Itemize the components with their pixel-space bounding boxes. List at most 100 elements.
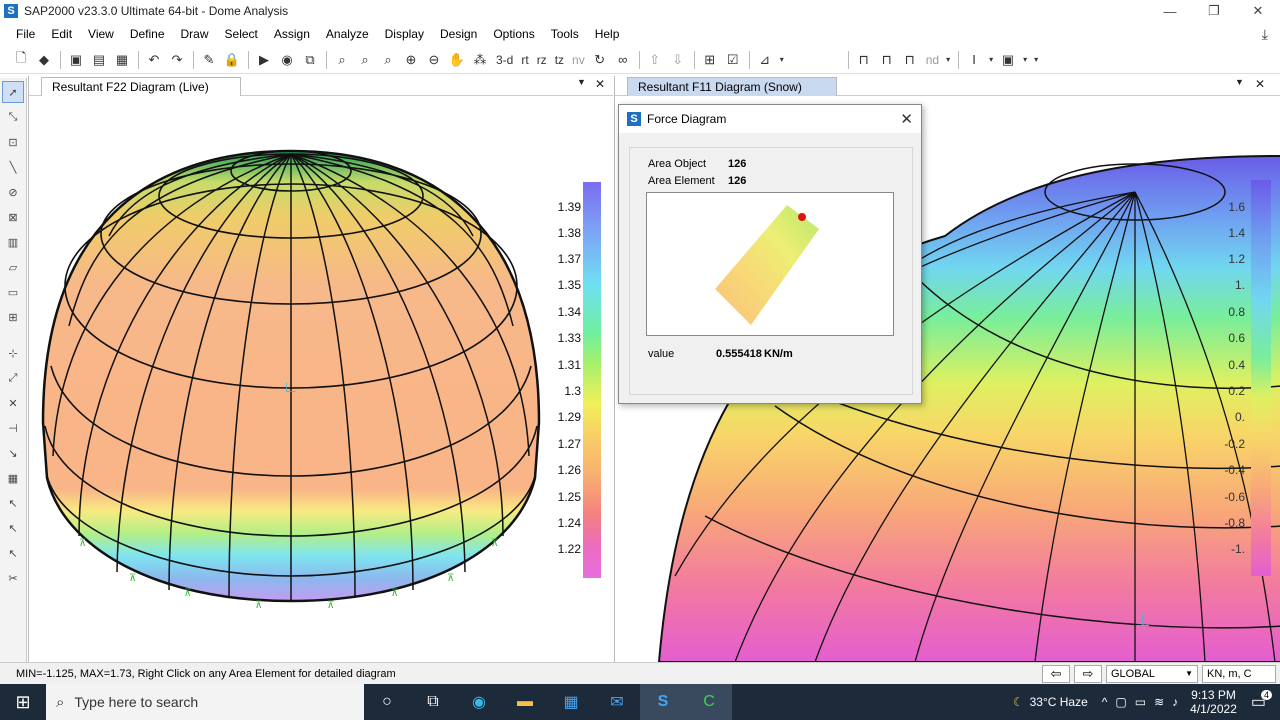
maximize-button[interactable]: ❐ <box>1194 0 1234 22</box>
menu-help[interactable]: Help <box>587 27 628 41</box>
units-select[interactable]: KN, m, C <box>1202 665 1276 683</box>
snap-mid-icon[interactable]: ↘ <box>2 442 24 464</box>
dropdown-arrow-icon[interactable]: ▾ <box>943 49 953 71</box>
previous-arrow-button[interactable]: ⇦ <box>1042 665 1070 683</box>
move-down-icon[interactable]: ⇩ <box>667 49 689 71</box>
draw-brace-icon[interactable]: ⊠ <box>2 206 24 228</box>
draw-rect-area-icon[interactable]: ▭ <box>2 281 24 303</box>
display-options-icon[interactable]: ⧉ <box>299 49 321 71</box>
run-options-icon[interactable]: ◉ <box>276 49 298 71</box>
menu-select[interactable]: Select <box>217 27 266 41</box>
undo-icon[interactable]: ↶ <box>143 49 165 71</box>
section-icon[interactable]: ▣ <box>997 49 1019 71</box>
meet-now-icon[interactable]: ▢ <box>1115 695 1126 709</box>
pane-close-icon[interactable]: ✕ <box>1255 77 1265 91</box>
left-dome-drawing[interactable]: ⊼ ⊼ ⊼ ⊼ ⊼ ⊼ ⊼ ⊼ ∟ <box>29 96 613 662</box>
task-view-icon[interactable]: ⧉ <box>410 684 456 720</box>
menu-analyze[interactable]: Analyze <box>318 27 377 41</box>
pane-close-icon[interactable]: ✕ <box>595 77 605 91</box>
move-up-icon[interactable]: ⇧ <box>644 49 666 71</box>
tools-icon[interactable]: ✂ <box>2 567 24 589</box>
save-icon[interactable]: ▣ <box>65 49 87 71</box>
menu-file[interactable]: File <box>8 27 43 41</box>
pane-dropdown-icon[interactable]: ▼ <box>577 77 586 87</box>
store-icon[interactable]: ▦ <box>548 684 594 720</box>
menu-design[interactable]: Design <box>432 27 485 41</box>
quick-area-icon[interactable]: ⊞ <box>2 306 24 328</box>
select-intersect-icon[interactable]: ✕ <box>2 392 24 414</box>
coord-system-select[interactable]: GLOBAL ▼ <box>1106 665 1198 683</box>
run-icon[interactable]: ▶ <box>253 49 275 71</box>
mail-icon[interactable]: ✉ <box>594 684 640 720</box>
left-view-pane[interactable]: Resultant F22 Diagram (Live) ▼ ✕ ⊼ ⊼ ⊼ ⊼… <box>28 76 613 662</box>
dropdown-arrow-icon[interactable]: ▾ <box>1020 49 1030 71</box>
notification-icon[interactable]: ▭ 4 <box>1251 690 1272 712</box>
zoom-window-icon[interactable]: ⌕ <box>331 49 353 71</box>
download-icon[interactable]: ⤓ <box>1262 26 1268 43</box>
dialog-close-icon[interactable]: ✕ <box>900 110 913 128</box>
view-nv-button[interactable]: nv <box>568 49 589 71</box>
next-arrow-button[interactable]: ⇨ <box>1074 665 1102 683</box>
close-button[interactable]: ✕ <box>1238 0 1278 22</box>
select-points-icon[interactable]: ⊹ <box>2 342 24 364</box>
reshape-icon[interactable]: ⤡ <box>2 106 24 128</box>
clear-selection-icon[interactable]: ↖ <box>2 542 24 564</box>
new-model-icon[interactable]: 🗋 <box>10 49 32 71</box>
minimize-button[interactable]: — <box>1150 0 1190 22</box>
dialog-title-bar[interactable]: S Force Diagram ✕ <box>619 105 921 133</box>
camtasia-icon[interactable]: C <box>686 684 732 720</box>
print-icon[interactable]: ▤ <box>88 49 110 71</box>
menu-assign[interactable]: Assign <box>266 27 318 41</box>
wifi-icon[interactable]: ≋ <box>1154 695 1164 709</box>
text-cursor-icon[interactable]: I <box>963 49 985 71</box>
cortana-icon[interactable]: ○ <box>364 684 410 720</box>
dropdown-arrow-icon[interactable]: ▾ <box>777 49 787 71</box>
checkbox-icon[interactable]: ☑ <box>722 49 744 71</box>
edge-icon[interactable]: ◉ <box>456 684 502 720</box>
previous-selection-icon[interactable]: ↖ <box>2 517 24 539</box>
draw-grid-icon[interactable]: ▥ <box>2 231 24 253</box>
quick-draw-frame-icon[interactable]: ⊘ <box>2 181 24 203</box>
set-display-icon[interactable]: ⊿ <box>754 49 776 71</box>
refresh-icon[interactable]: ✎ <box>198 49 220 71</box>
pane-dropdown-icon[interactable]: ▼ <box>1235 77 1244 87</box>
menu-draw[interactable]: Draw <box>173 27 217 41</box>
tab-f22-live[interactable]: Resultant F22 Diagram (Live) <box>41 77 241 96</box>
tab-f11-snow[interactable]: Resultant F11 Diagram (Snow) <box>627 77 837 96</box>
volume-icon[interactable]: ♪ <box>1172 695 1178 709</box>
print-preview-icon[interactable]: ▦ <box>111 49 133 71</box>
tray-overflow-icon[interactable]: ^ <box>1102 695 1108 709</box>
sap2000-taskbar-icon[interactable]: S <box>640 684 686 720</box>
dropdown-arrow-icon[interactable]: ▾ <box>986 49 996 71</box>
menu-define[interactable]: Define <box>122 27 173 41</box>
frame-release-icon[interactable]: ⊓ <box>899 49 921 71</box>
grid-snap-icon[interactable]: ▦ <box>2 467 24 489</box>
snap-icon[interactable]: ⊣ <box>2 417 24 439</box>
pan-icon[interactable]: ✋ <box>446 49 468 71</box>
dynamic-view-icon[interactable]: ⁂ <box>469 49 491 71</box>
file-explorer-icon[interactable]: ▬ <box>502 684 548 720</box>
zoom-out-icon[interactable]: ⊖ <box>423 49 445 71</box>
element-force-plot[interactable] <box>646 192 894 336</box>
nd-button[interactable]: nd <box>922 49 943 71</box>
draw-frame-icon[interactable]: ╲ <box>2 156 24 178</box>
windows-start-icon[interactable]: ⊞ <box>0 684 46 720</box>
menu-options[interactable]: Options <box>485 27 542 41</box>
frame-diagram-icon[interactable]: ⊓ <box>853 49 875 71</box>
draw-area-icon[interactable]: ▱ <box>2 256 24 278</box>
zoom-restore-icon[interactable]: ⌕ <box>354 49 376 71</box>
weather-text[interactable]: 33°C Haze <box>1030 695 1088 709</box>
pointer-icon[interactable]: ➚ <box>2 81 24 103</box>
clock[interactable]: 9:13 PM 4/1/2022 <box>1190 688 1237 716</box>
menu-edit[interactable]: Edit <box>43 27 80 41</box>
frame-load-icon[interactable]: ⊓ <box>876 49 898 71</box>
lock-icon[interactable]: 🔒 <box>221 49 243 71</box>
rotate-icon[interactable]: ↻ <box>589 49 611 71</box>
open-icon[interactable]: ◆ <box>33 49 55 71</box>
perspective-icon[interactable]: ∞ <box>612 49 634 71</box>
object-shrink-icon[interactable]: ⊞ <box>699 49 721 71</box>
zoom-in-icon[interactable]: ⊕ <box>400 49 422 71</box>
dropdown-arrow-icon[interactable]: ▾ <box>1031 49 1041 71</box>
view-3d-button[interactable]: 3-d <box>492 49 517 71</box>
view-rt-button[interactable]: rt <box>517 49 532 71</box>
